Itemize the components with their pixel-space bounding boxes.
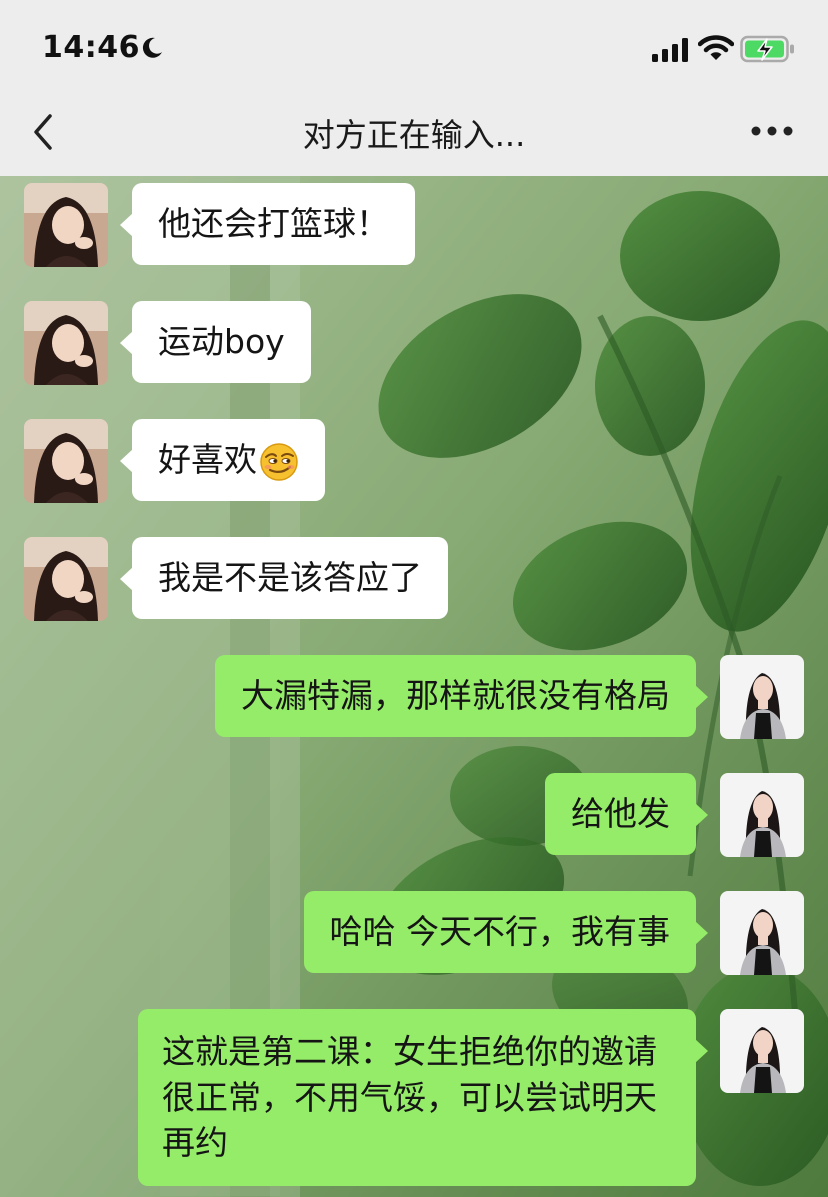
more-horizontal-icon[interactable] <box>748 116 796 146</box>
status-time: 14:46 <box>42 30 140 65</box>
message-outgoing[interactable]: 哈哈 今天不行，我有事 <box>303 891 708 973</box>
message-incoming[interactable]: 我是不是该答应了 <box>120 537 448 619</box>
chat-area[interactable]: 他还会打篮球！ 运动boy 好喜欢 我是不是该答应了 大漏特漏，那样就很没有格局… <box>0 176 828 1197</box>
message-outgoing[interactable]: 给他发 <box>545 773 708 855</box>
user-avatar[interactable] <box>720 1009 804 1093</box>
battery-charging-icon <box>740 35 794 63</box>
top-bar: 14:46 对方正在输入... <box>0 0 828 176</box>
message-outgoing[interactable]: 这就是第二课：女生拒绝你的邀请很正常，不用气馁，可以尝试明天再约 <box>138 1009 708 1186</box>
message-incoming[interactable]: 他还会打篮球！ <box>120 183 415 265</box>
contact-avatar[interactable] <box>24 301 108 385</box>
user-avatar[interactable] <box>720 891 804 975</box>
message-incoming[interactable]: 好喜欢 <box>120 419 325 501</box>
chat-title: 对方正在输入... <box>302 116 526 154</box>
moon-icon <box>142 37 162 58</box>
user-avatar[interactable] <box>720 773 804 857</box>
contact-avatar[interactable] <box>24 183 108 267</box>
wifi-icon <box>698 35 734 60</box>
message-outgoing[interactable]: 大漏特漏，那样就很没有格局 <box>215 655 708 737</box>
signal-icon <box>652 38 688 62</box>
contact-avatar[interactable] <box>24 419 108 503</box>
message-text: 好喜欢 <box>158 440 257 479</box>
smirk-emoji-icon <box>260 442 298 481</box>
message-incoming[interactable]: 运动boy <box>120 301 311 383</box>
user-avatar[interactable] <box>720 655 804 739</box>
contact-avatar[interactable] <box>24 537 108 621</box>
